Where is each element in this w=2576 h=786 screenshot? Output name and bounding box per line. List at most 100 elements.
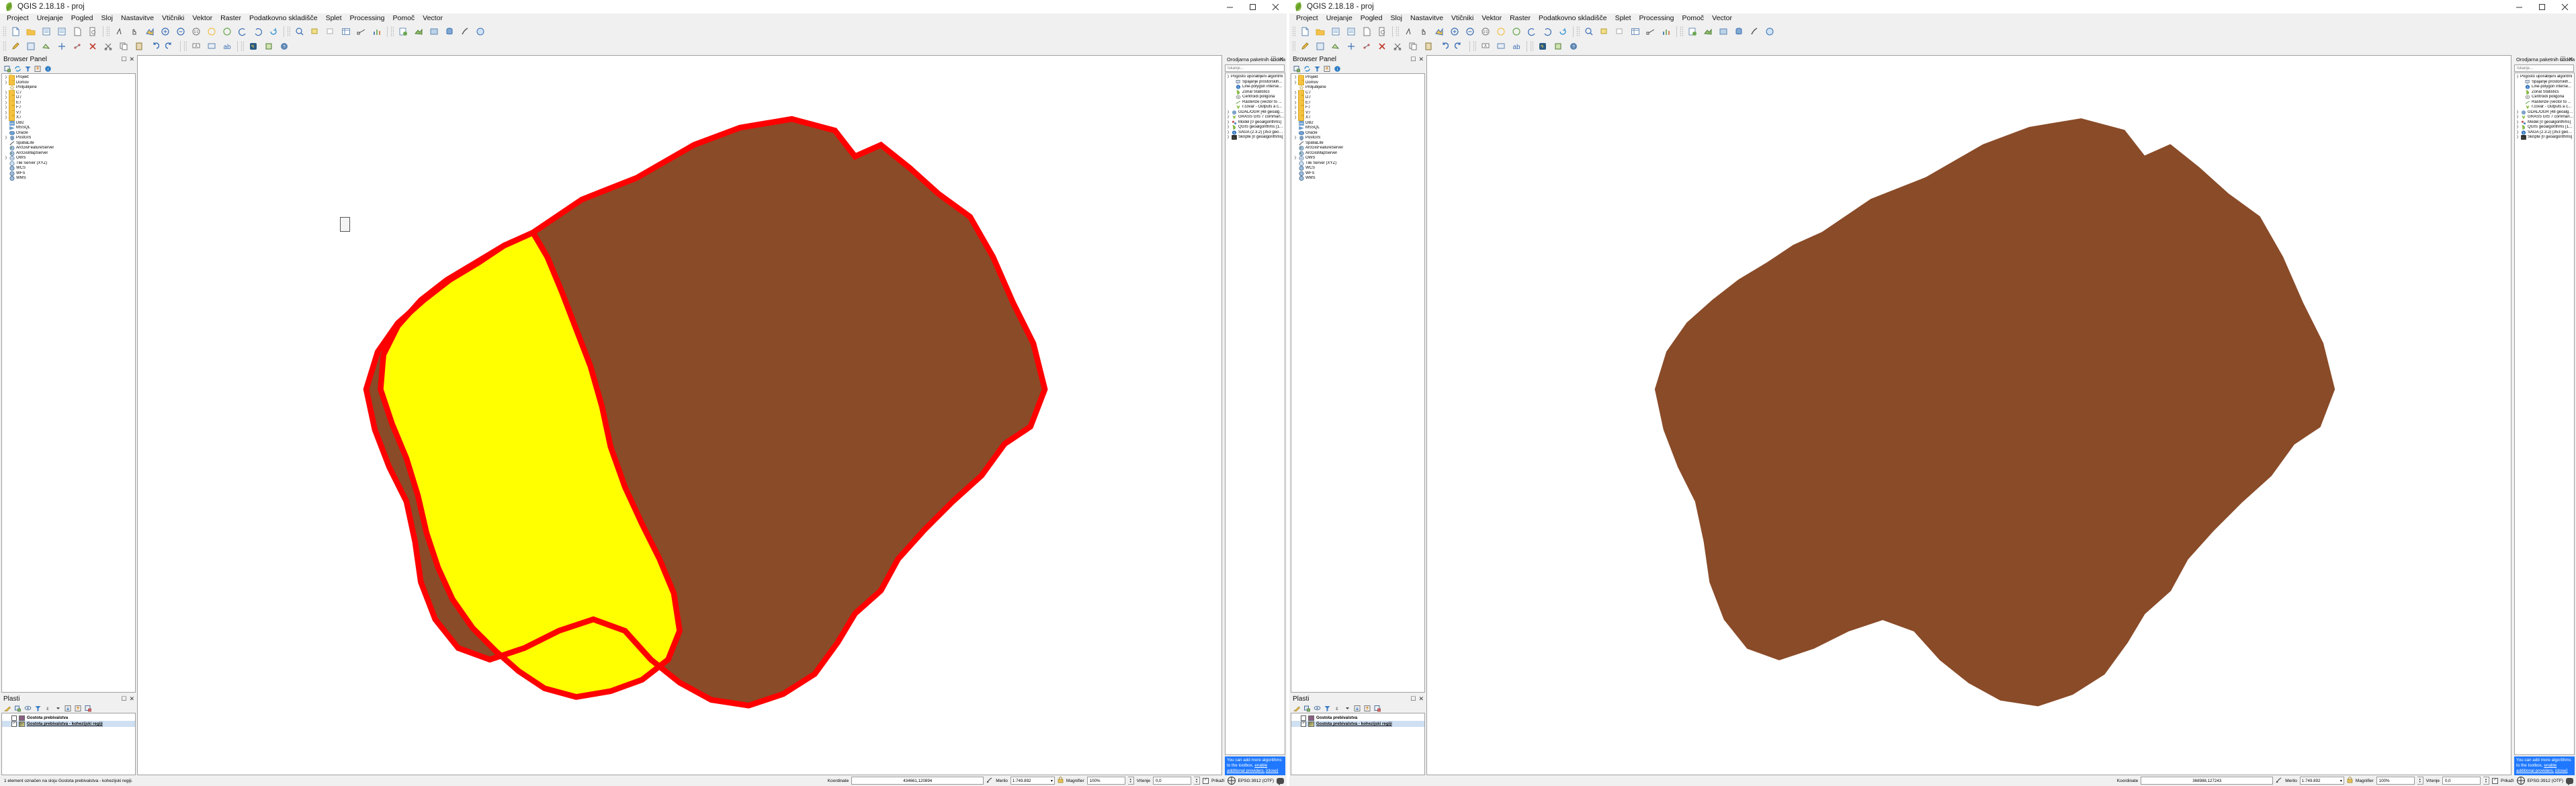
toolbar-grip[interactable] (3, 41, 6, 52)
layers-panel-float-icon[interactable]: ☐ (121, 696, 126, 702)
add-feature-icon[interactable] (1328, 39, 1343, 54)
add-raster-layer-icon[interactable] (427, 24, 441, 39)
close-icon[interactable] (2553, 0, 2576, 13)
layer-visibility-checkbox[interactable] (1301, 715, 1306, 721)
chevron-right-icon[interactable]: ❯ (1293, 95, 1298, 101)
chevron-right-icon[interactable]: ❯ (1226, 120, 1231, 126)
node-tool-icon[interactable] (1359, 39, 1374, 54)
collapse-all-icon[interactable] (34, 64, 42, 73)
tree-item[interactable]: ❯ OWS (3, 156, 135, 161)
menu-sloj[interactable]: Sloj (1387, 13, 1407, 24)
add-spatialite-layer-icon[interactable] (1747, 24, 1762, 39)
cut-features-icon[interactable] (101, 39, 116, 54)
toolbar-grip[interactable] (1396, 26, 1399, 37)
refresh-icon[interactable] (1303, 64, 1312, 73)
collapse-all-icon[interactable] (74, 704, 83, 713)
tree-item[interactable]: ❯ Model [0 geoalgorithms] (2515, 120, 2574, 126)
chevron-right-icon[interactable]: ❯ (3, 105, 9, 111)
processing-tree[interactable]: ❯ Pogosto uporabljeni algoritmi Spajanje … (1225, 73, 1285, 755)
chevron-down-icon[interactable] (1343, 704, 1352, 713)
tree-item[interactable]: ❯ C:/ (1293, 89, 1424, 96)
deselect-icon[interactable] (323, 24, 338, 39)
toolbar-grip[interactable] (287, 26, 290, 37)
tree-item[interactable]: ❯ S SAGA (2.3.2) [353 geoal... (2515, 130, 2574, 136)
chevron-down-icon[interactable]: ❯ (2515, 75, 2520, 80)
rotation-input[interactable]: 0,0 (2442, 777, 2481, 785)
menu-podatkovno-skladisce[interactable]: Podatkovno skladišče (245, 13, 322, 24)
add-layer-icon[interactable] (1293, 64, 1301, 73)
layer-visibility-checkbox[interactable] (11, 715, 17, 721)
magnifier-stepper[interactable]: ▲ ▼ (1127, 777, 1134, 785)
minimize-icon[interactable] (1218, 0, 1241, 13)
crs-globe-icon[interactable] (2516, 777, 2525, 785)
tree-item[interactable]: DB2 DB2 (1293, 121, 1424, 126)
coordinate-input[interactable]: 368988,127243 (2141, 777, 2274, 785)
tree-item[interactable]: ❯ F:/ (1293, 105, 1424, 111)
chevron-right-icon[interactable]: ❯ (2515, 130, 2520, 136)
toolbar-grip[interactable] (1292, 41, 1295, 52)
tree-item[interactable]: DB2 DB2 (3, 121, 135, 126)
messages-icon[interactable] (2566, 777, 2573, 785)
identify-features-icon[interactable] (1582, 24, 1596, 39)
menu-project[interactable]: Project (1292, 13, 1322, 24)
chevron-right-icon[interactable]: ❯ (2515, 135, 2520, 140)
rotation-input[interactable]: 0,0 (1153, 777, 1192, 785)
new-project-icon[interactable] (1297, 24, 1312, 39)
crs-label[interactable]: EPSG:3912 (OTF) (1238, 779, 1274, 783)
tree-item[interactable]: ❯ OWS (1293, 156, 1424, 161)
layers-list[interactable]: Gostota prebivalstva ✓ Gostota prebivals… (1, 713, 136, 775)
tree-item[interactable]: Rasterize (vector to ... (2515, 100, 2574, 105)
tree-item[interactable]: ❯ X:/ (1293, 115, 1424, 121)
tree-item[interactable]: ❯ QGIS geoalgorithms [117... (2515, 125, 2574, 130)
chevron-right-icon[interactable]: ❯ (3, 81, 9, 86)
add-spatialite-layer-icon[interactable] (458, 24, 472, 39)
tree-item[interactable]: WMS (3, 176, 135, 181)
coordinate-toggle-icon[interactable] (2276, 777, 2282, 785)
tree-item[interactable]: ❯ >_ Skripte [0 geoalgorithms] (1226, 135, 1285, 140)
magnifier-input[interactable]: 100% (2376, 777, 2415, 785)
chevron-right-icon[interactable]: ❯ (1226, 125, 1231, 130)
add-group-icon[interactable] (13, 704, 22, 713)
tree-item[interactable]: ❯ C:/ (3, 89, 135, 96)
paste-features-icon[interactable] (132, 39, 146, 54)
deselect-icon[interactable] (1613, 24, 1627, 39)
label-tool-icon[interactable]: ab (1509, 39, 1524, 54)
add-postgis-layer-icon[interactable] (1731, 24, 1746, 39)
paste-features-icon[interactable] (1421, 39, 1436, 54)
scale-combo[interactable]: 1:749.892 ▾ (1010, 777, 1055, 785)
chevron-right-icon[interactable]: ❯ (3, 116, 9, 121)
magnifier-stepper[interactable]: ▲ ▼ (2417, 777, 2423, 785)
zoom-in-icon[interactable] (1447, 24, 1462, 39)
chevron-right-icon[interactable]: ❯ (1293, 101, 1298, 106)
processing-tree[interactable]: ❯ Pogosto uporabljeni algoritmi Spajanje … (2514, 73, 2575, 755)
chevron-right-icon[interactable]: ❯ (1293, 91, 1298, 96)
list-item[interactable]: ✓ Gostota prebivalstva - kohezijski regi… (2, 721, 135, 727)
tree-item[interactable]: ❯ Model [0 geoalgorithms] (1226, 120, 1285, 126)
chevron-down-icon[interactable]: ❯ (1226, 75, 1231, 80)
visibility-icon[interactable] (24, 704, 32, 713)
menu-pomoc[interactable]: Pomoč (1678, 13, 1708, 24)
menu-vticniki[interactable]: Vtičniki (1447, 13, 1477, 24)
help-contents-icon[interactable]: ? (277, 39, 292, 54)
redo-icon[interactable] (163, 39, 177, 54)
chevron-down-icon[interactable]: ▾ (1051, 779, 1053, 783)
tree-item[interactable]: MSSQL (1293, 126, 1424, 131)
tree-item[interactable]: ❯ >_ Skripte [0 geoalgorithms] (2515, 135, 2574, 140)
expression-icon[interactable]: ε (1333, 704, 1342, 713)
chevron-right-icon[interactable]: ❯ (1226, 135, 1231, 140)
menu-vektor[interactable]: Vektor (1477, 13, 1506, 24)
tree-item[interactable]: ❯ Domov (1293, 79, 1424, 86)
tree-item[interactable]: SpatiaLite (3, 141, 135, 146)
render-checkbox[interactable]: ✓ (2492, 777, 2499, 784)
properties-icon[interactable]: i (44, 64, 52, 73)
tree-item[interactable]: Oracle (1293, 131, 1424, 136)
save-project-as-icon[interactable] (1344, 24, 1359, 39)
undo-icon[interactable] (1436, 39, 1451, 54)
measure-line-icon[interactable] (354, 24, 369, 39)
layers-list[interactable]: Gostota prebivalstva ✓ Gostota prebivals… (1291, 713, 1425, 775)
tree-item[interactable]: ❯ X:/ (3, 115, 135, 121)
add-text-annotation-icon[interactable]: A (189, 39, 204, 54)
toolbar-grip[interactable] (3, 26, 6, 37)
tree-item[interactable]: ArcGisFeatureServer (1293, 146, 1424, 151)
copy-features-icon[interactable] (1406, 39, 1420, 54)
